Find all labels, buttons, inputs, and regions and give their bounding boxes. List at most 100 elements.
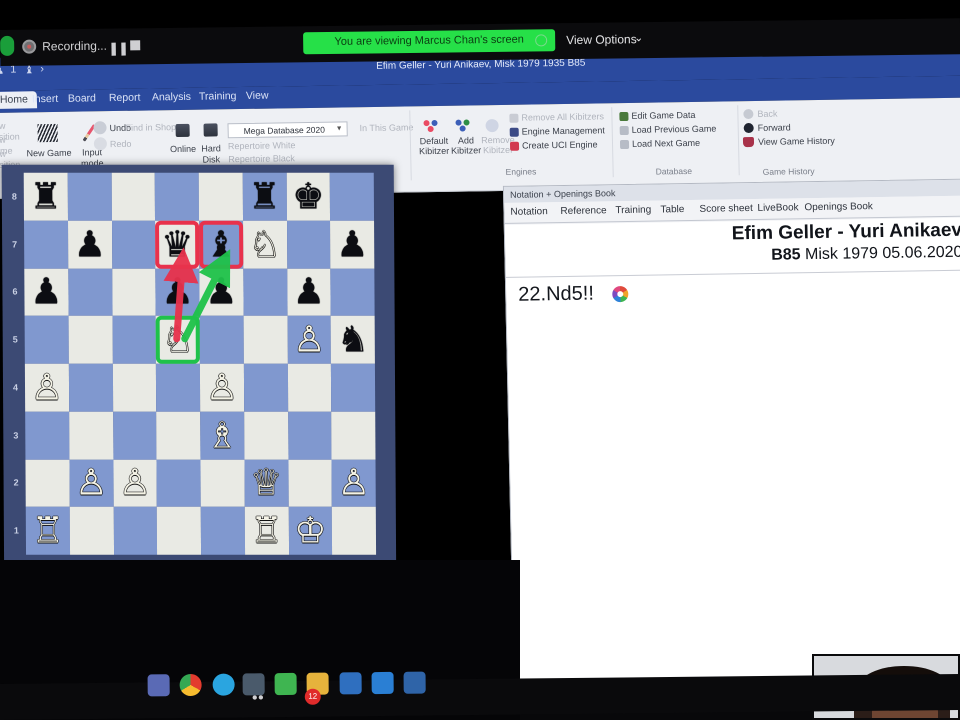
piece-white-pawn-g5[interactable]: ♙ [287, 316, 331, 364]
board-square-c6[interactable] [111, 268, 156, 316]
board-square-f4[interactable] [243, 363, 288, 412]
board-square-g7[interactable] [286, 220, 331, 269]
board-square-b6[interactable] [68, 268, 113, 316]
engine-management-label[interactable]: Engine Management [522, 125, 632, 137]
board-square-c7[interactable] [111, 220, 156, 269]
tab-table[interactable]: Table [660, 204, 684, 215]
tab-reference[interactable]: Reference [560, 205, 606, 217]
add-kibitzer-icon[interactable] [455, 119, 471, 132]
hard-disk-label[interactable]: Hard Disk [193, 143, 229, 166]
load-previous-game-label[interactable]: Load Previous Game [632, 123, 742, 135]
piece-black-rook-a8[interactable]: ♜ [24, 173, 68, 221]
board-square-c3[interactable] [112, 411, 157, 460]
tab-openings-book[interactable]: Openings Book [804, 201, 873, 213]
board-square-h4[interactable] [331, 363, 376, 412]
piece-white-knight-d5[interactable]: ♘ [156, 316, 200, 364]
tab-analysis[interactable]: Analysis [152, 91, 191, 104]
notation-move[interactable]: 22.Nd5!! [518, 283, 594, 307]
board-square-a7[interactable] [23, 220, 69, 269]
skype-icon[interactable] [212, 673, 235, 696]
board-square-f5[interactable] [243, 315, 288, 364]
online-icon[interactable] [175, 123, 190, 138]
piece-white-pawn-h2[interactable]: ♙ [332, 459, 376, 507]
taskbar-overflow-icon[interactable]: ●● [252, 692, 264, 703]
board-square-b8[interactable] [67, 172, 112, 221]
piece-white-rook-f1[interactable]: ♖ [245, 507, 289, 555]
chrome-icon[interactable] [179, 673, 202, 697]
board-square-b3[interactable] [68, 411, 113, 460]
piece-black-rook-f8[interactable]: ♜ [242, 173, 286, 221]
board-square-c5[interactable] [112, 315, 157, 364]
notification-badge[interactable]: 12 [304, 688, 321, 705]
tab-insert[interactable]: Insert [32, 93, 59, 105]
undo-icon[interactable] [93, 121, 107, 135]
board-square-a3[interactable] [25, 411, 70, 460]
board-square-d1[interactable] [157, 506, 202, 555]
new-game-icon[interactable] [37, 123, 58, 143]
chevron-down-icon[interactable]: ⌄ [634, 31, 643, 44]
piece-white-pawn-c2[interactable]: ♙ [113, 459, 157, 507]
board-square-e8[interactable] [198, 172, 243, 221]
piece-white-queen-f2[interactable]: ♕ [244, 459, 288, 507]
piece-black-pawn-d6[interactable]: ♟ [156, 268, 200, 316]
board-square-h6[interactable] [330, 268, 375, 316]
database-combo[interactable]: Mega Database 2020 ▼ [227, 121, 348, 139]
tab-score-sheet[interactable]: Score sheet [699, 203, 753, 215]
medal-icon[interactable] [612, 285, 629, 303]
notes-icon[interactable] [274, 672, 297, 696]
board-square-a2[interactable] [25, 459, 70, 507]
board-square-d8[interactable] [154, 172, 200, 221]
piece-white-knight-f7[interactable]: ♘ [243, 220, 287, 268]
board-square-h3[interactable] [331, 411, 376, 460]
create-uci-engine-icon[interactable] [509, 141, 520, 151]
piece-white-pawn-b2[interactable]: ♙ [69, 459, 113, 507]
piece-white-rook-a1[interactable]: ♖ [26, 507, 70, 555]
board-square-d2[interactable] [156, 459, 201, 507]
piece-white-pawn-e4[interactable]: ♙ [200, 364, 244, 412]
load-next-game-label[interactable]: Load Next Game [632, 137, 742, 149]
board-square-g2[interactable] [287, 459, 333, 507]
board-square-d3[interactable] [156, 411, 201, 460]
board-square-c4[interactable] [112, 363, 157, 412]
forward-icon[interactable] [743, 122, 754, 134]
notation-body[interactable]: 22.Nd5!! [505, 269, 960, 683]
forward-label[interactable]: Forward [758, 122, 848, 134]
board-square-g4[interactable] [287, 363, 332, 412]
pause-icon[interactable]: ❚❚ [108, 40, 128, 56]
board-square-b4[interactable] [68, 363, 113, 412]
share-banner[interactable]: You are viewing Marcus Chan's screen [303, 29, 556, 55]
default-kibitzer-icon[interactable] [423, 119, 439, 133]
board-square-h1[interactable] [332, 506, 377, 555]
board-square-e2[interactable] [200, 459, 245, 507]
tab-training[interactable]: Training [199, 90, 237, 103]
edit-game-data-label[interactable]: Edit Game Data [631, 109, 741, 121]
chevron-down-icon[interactable]: ▼ [336, 125, 343, 132]
board-square-b1[interactable] [69, 506, 114, 555]
piece-white-king-g1[interactable]: ♔ [288, 507, 332, 555]
board-square-g3[interactable] [287, 411, 332, 460]
piece-black-queen-d7[interactable]: ♛ [155, 220, 199, 268]
tab-notation[interactable]: Notation [510, 206, 547, 218]
view-options-label[interactable]: View Options [566, 32, 637, 47]
piece-black-pawn-b7[interactable]: ♟ [68, 220, 112, 268]
calendar2-icon[interactable] [339, 672, 362, 695]
board-square-c8[interactable] [111, 172, 156, 221]
piece-black-pawn-h7[interactable]: ♟ [330, 220, 374, 268]
piece-black-pawn-a6[interactable]: ♟ [24, 268, 68, 316]
tab-view[interactable]: View [246, 90, 269, 102]
board-square-d4[interactable] [156, 363, 201, 412]
chess-board-panel[interactable]: ♜♜♚♟♛♝♘♟♟♟♟♟♘♙♞♙♙♗♙♙♕♙♖♖♔ 87654321 ABCDE… [1, 164, 397, 640]
board-square-e5[interactable] [199, 315, 244, 364]
load-next-game-icon[interactable] [619, 139, 630, 150]
hard-disk-icon[interactable] [203, 123, 218, 137]
teams-icon[interactable] [147, 674, 170, 697]
photos-icon[interactable] [403, 671, 426, 694]
board-square-b5[interactable] [68, 315, 113, 364]
stop-icon[interactable] [130, 40, 141, 51]
view-game-history-icon[interactable] [742, 136, 755, 148]
board-square-e1[interactable] [200, 506, 245, 555]
board-square-c1[interactable] [113, 506, 158, 555]
edit-game-data-icon[interactable] [619, 111, 629, 122]
tab-report[interactable]: Report [109, 92, 141, 104]
load-previous-game-icon[interactable] [619, 125, 629, 136]
